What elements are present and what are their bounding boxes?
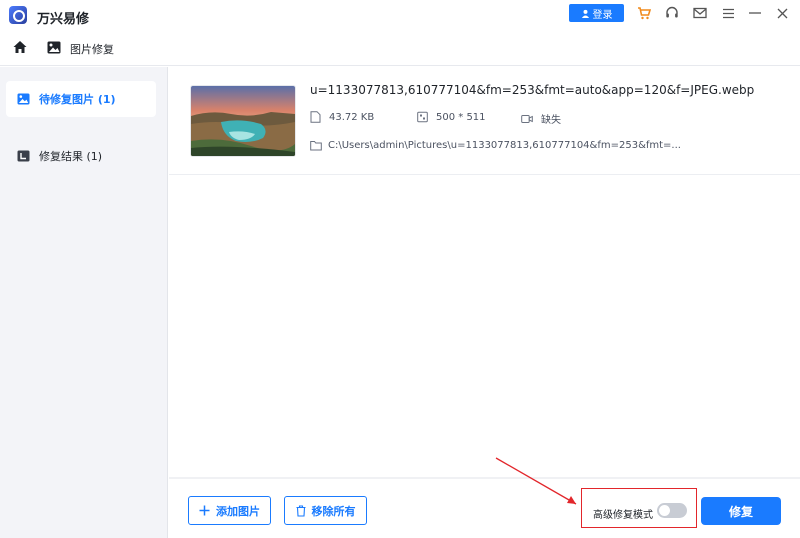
file-size: 43.72 KB	[310, 111, 374, 123]
file-dimensions: 500 * 511	[417, 111, 486, 123]
menu-icon[interactable]	[720, 5, 736, 21]
file-status: 缺失	[521, 111, 561, 126]
file-status-value: 缺失	[541, 115, 561, 126]
file-dimensions-value: 500 * 511	[436, 111, 486, 123]
app-logo-icon	[9, 6, 27, 24]
folder-icon	[310, 141, 322, 151]
dimensions-icon	[417, 111, 428, 123]
file-size-value: 43.72 KB	[329, 111, 375, 123]
repair-button[interactable]: 修复	[701, 497, 781, 525]
title-bar: 万兴易修 登录	[0, 0, 800, 30]
home-icon[interactable]	[12, 39, 28, 55]
mail-icon[interactable]	[692, 5, 708, 21]
login-button[interactable]: 登录	[569, 4, 624, 22]
file-path: C:\Users\admin\Pictures\u=1133077813,610…	[310, 140, 681, 151]
file-thumbnail	[190, 85, 296, 157]
add-image-button[interactable]: 添加图片	[188, 496, 271, 525]
advanced-mode-toggle[interactable]	[657, 503, 687, 518]
camera-icon	[521, 114, 533, 123]
image-repair-icon	[47, 41, 61, 54]
remove-all-label: 移除所有	[311, 504, 356, 518]
image-icon	[17, 93, 30, 105]
bottom-bar: 添加图片 移除所有 高级修复模式 修复	[169, 479, 800, 538]
sidebar-item-label: 待修复图片 (1)	[39, 93, 116, 106]
add-image-label: 添加图片	[216, 504, 260, 518]
nav-row: 图片修复	[0, 30, 800, 66]
plus-icon	[199, 505, 210, 516]
file-path-value: C:\Users\admin\Pictures\u=1133077813,610…	[328, 140, 681, 151]
headset-icon[interactable]	[664, 5, 680, 21]
file-name: u=1133077813,610777104&fm=253&fmt=auto&a…	[310, 83, 755, 97]
remove-all-button[interactable]: 移除所有	[284, 496, 367, 525]
sidebar-item-results[interactable]: 修复结果 (1)	[6, 138, 156, 174]
toggle-knob	[659, 505, 670, 516]
content-area: u=1133077813,610777104&fm=253&fmt=auto&a…	[169, 67, 800, 477]
file-card[interactable]: u=1133077813,610777104&fm=253&fmt=auto&a…	[169, 67, 800, 175]
trash-icon	[296, 504, 305, 517]
app-title: 万兴易修	[37, 12, 90, 27]
nav-current-label: 图片修复	[70, 43, 114, 56]
cart-icon[interactable]	[636, 5, 652, 21]
close-icon[interactable]	[774, 5, 790, 21]
sidebar: 待修复图片 (1) 修复结果 (1)	[0, 67, 168, 538]
sidebar-item-label: 修复结果 (1)	[39, 150, 103, 163]
sidebar-item-pending[interactable]: 待修复图片 (1)	[6, 81, 156, 117]
minimize-icon[interactable]	[747, 5, 763, 21]
user-icon	[581, 9, 589, 18]
advanced-mode-label: 高级修复模式	[593, 510, 653, 521]
result-icon	[17, 150, 30, 162]
file-icon	[310, 111, 321, 123]
login-label: 登录	[592, 9, 613, 21]
